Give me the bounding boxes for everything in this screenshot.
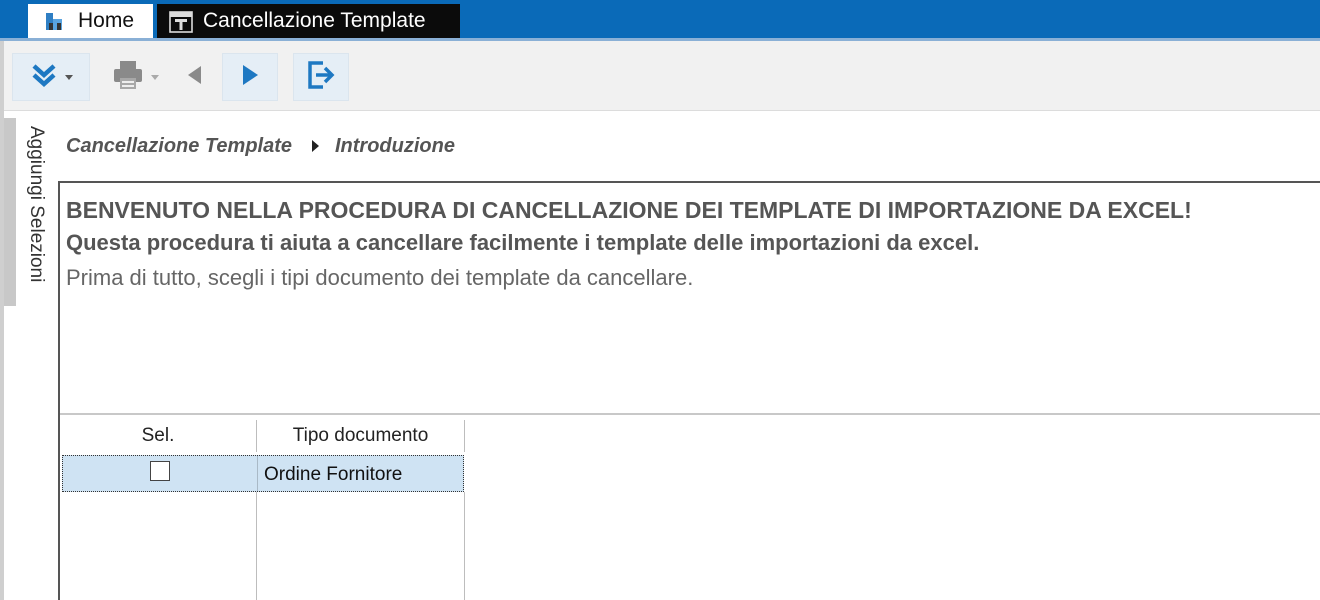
grid-column-line xyxy=(464,492,465,600)
home-app-icon xyxy=(44,10,66,32)
grid-column-line xyxy=(256,492,257,600)
breadcrumb-root[interactable]: Cancellazione Template xyxy=(66,135,292,158)
sidebar-handle[interactable] xyxy=(4,118,16,306)
caret-right-icon xyxy=(312,140,319,152)
welcome-subtitle: Questa procedura ti aiuta a cancellare f… xyxy=(66,230,980,255)
print-button[interactable] xyxy=(100,53,170,101)
next-button[interactable] xyxy=(222,53,278,101)
breadcrumb-current: Introduzione xyxy=(335,134,455,157)
breadcrumb: Cancellazione Template Introduzione xyxy=(66,133,455,159)
back-button[interactable] xyxy=(174,53,216,101)
welcome-instruction: Prima di tutto, scegli i tipi documento … xyxy=(66,265,694,290)
row-tipo-documento: Ordine Fornitore xyxy=(264,464,403,485)
expand-menu-button[interactable] xyxy=(12,53,90,101)
chevron-down-icon xyxy=(65,74,73,80)
sidebar-aggiungi-selezioni[interactable]: Aggiungi Selezioni xyxy=(20,126,52,316)
table-row[interactable]: Ordine Fornitore xyxy=(62,455,464,492)
welcome-message: BENVENUTO NELLA PROCEDURA DI CANCELLAZIO… xyxy=(66,194,1316,296)
triangle-left-icon xyxy=(185,64,205,91)
printer-icon xyxy=(111,58,145,97)
chevron-down-icon xyxy=(151,74,159,80)
welcome-title: BENVENUTO NELLA PROCEDURA DI CANCELLAZIO… xyxy=(66,197,1192,223)
triangle-right-icon xyxy=(239,63,261,92)
tab-cancellazione-template-label: Cancellazione Template xyxy=(203,9,426,32)
template-icon xyxy=(169,10,193,33)
row-select-cell[interactable] xyxy=(63,456,258,491)
tab-home-label: Home xyxy=(78,9,135,32)
column-header-sel[interactable]: Sel. xyxy=(60,420,257,452)
double-chevron-down-icon xyxy=(29,60,59,95)
exit-icon xyxy=(305,59,337,96)
toolbar xyxy=(4,41,1320,111)
grid-header: Sel. Tipo documento xyxy=(60,420,465,452)
exit-button[interactable] xyxy=(293,53,349,101)
tab-cancellazione-template[interactable]: Cancellazione Template xyxy=(157,4,460,38)
row-checkbox[interactable] xyxy=(150,460,170,481)
tab-home[interactable]: Home xyxy=(28,4,153,38)
column-header-tipo-documento[interactable]: Tipo documento xyxy=(257,420,465,452)
title-tab-bar: Home Cancellazione Template xyxy=(0,0,1320,38)
